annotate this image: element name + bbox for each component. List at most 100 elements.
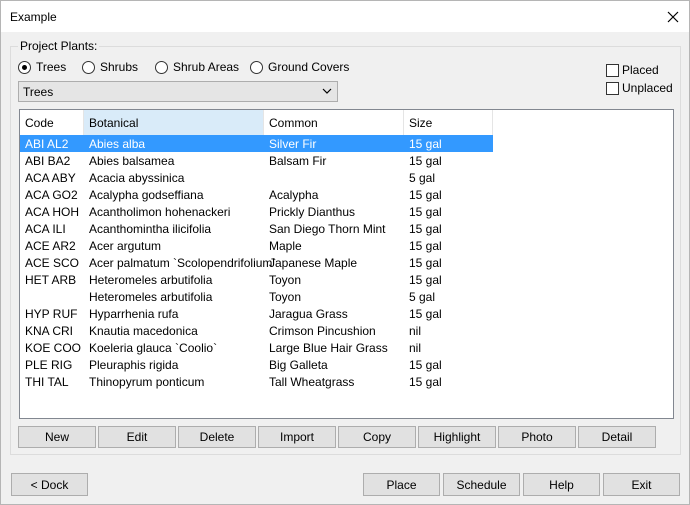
- table-row[interactable]: THI TAL Thinopyrum ponticum Tall Wheatgras…: [20, 373, 493, 390]
- radio-ground-covers[interactable]: Ground Covers: [250, 59, 349, 75]
- table-cell: 5 gal: [409, 290, 436, 304]
- checkbox-indicator: [606, 81, 619, 95]
- radio-indicator: [155, 60, 168, 74]
- table-row[interactable]: KNA CRI Knautia macedonica Crimson Pincush…: [20, 322, 493, 339]
- edit-button[interactable]: Edit: [98, 426, 176, 448]
- table-row[interactable]: ABI BA2 Abies balsamea Balsam Fir 15 gal: [20, 152, 493, 169]
- chevron-down-icon: [322, 88, 332, 94]
- table-cell: Thinopyrum ponticum: [89, 375, 205, 389]
- table-cell: 15 gal: [409, 154, 442, 168]
- new-button[interactable]: New: [18, 426, 96, 448]
- table-cell: 15 gal: [409, 375, 442, 389]
- table-cell: KOE COO: [25, 341, 82, 355]
- table-cell: 15 gal: [409, 188, 442, 202]
- table-row[interactable]: PLE RIG Pleuraphis rigida Big Galleta 15 ga…: [20, 356, 493, 373]
- table-cell: ACE AR2: [25, 239, 76, 253]
- radio-label: Shrubs: [100, 60, 139, 74]
- table-cell: ACA ILI: [25, 222, 66, 236]
- table-cell: THI TAL: [25, 375, 69, 389]
- table-cell: ACA HOH: [25, 205, 80, 219]
- copy-button[interactable]: Copy: [338, 426, 416, 448]
- place-button[interactable]: Place: [363, 473, 440, 496]
- table-cell: Abies balsamea: [89, 154, 175, 168]
- table-cell: 15 gal: [409, 239, 442, 253]
- delete-button[interactable]: Delete: [178, 426, 256, 448]
- table-cell: Crimson Pincushion: [269, 324, 376, 338]
- table-cell: 15 gal: [409, 205, 442, 219]
- table-cell: Japanese Maple: [269, 256, 358, 270]
- radio-label: Ground Covers: [268, 60, 350, 74]
- project-plants-label: Project Plants:: [18, 39, 100, 53]
- table-cell: HYP RUF: [25, 307, 78, 321]
- table-cell: KNA CRI: [25, 324, 74, 338]
- table-cell: Knautia macedonica: [89, 324, 198, 338]
- radio-indicator: [250, 60, 263, 74]
- table-cell: Acacia abyssinica: [89, 171, 185, 185]
- table-cell: 15 gal: [409, 307, 442, 321]
- table-row[interactable]: ACA ABY Acacia abyssinica 5 gal: [20, 169, 493, 186]
- column-header-botanical[interactable]: Botanical: [84, 110, 264, 135]
- column-header-code[interactable]: Code: [20, 110, 84, 135]
- checkbox-placed[interactable]: Placed: [606, 62, 659, 78]
- table-cell: Heteromeles arbutifolia: [89, 290, 213, 304]
- radio-label: Trees: [36, 60, 67, 74]
- table-cell: nil: [409, 324, 422, 338]
- table-row[interactable]: HYP RUF Hyparrhenia rufa Jaragua Grass 15 g…: [20, 305, 493, 322]
- import-button[interactable]: Import: [258, 426, 336, 448]
- table-cell: 15 gal: [409, 256, 442, 270]
- close-button[interactable]: [657, 1, 689, 32]
- table-cell: Abies alba: [89, 137, 146, 151]
- table-cell: Toyon: [269, 273, 302, 287]
- checkbox-indicator: [606, 63, 619, 77]
- table-cell: Balsam Fir: [269, 154, 327, 168]
- schedule-button[interactable]: Schedule: [443, 473, 520, 496]
- table-cell: Toyon: [269, 290, 302, 304]
- checkbox-label: Unplaced: [622, 81, 673, 95]
- table-cell: Large Blue Hair Grass: [269, 341, 388, 355]
- checkbox-unplaced[interactable]: Unplaced: [606, 80, 673, 96]
- table-cell: Acanthomintha ilicifolia: [89, 222, 212, 236]
- dropdown-value: Trees: [23, 85, 54, 99]
- exit-button[interactable]: Exit: [603, 473, 680, 496]
- list-header: Code Botanical Common Size: [20, 110, 673, 135]
- plant-type-dropdown[interactable]: Trees: [18, 81, 338, 102]
- radio-shrubs[interactable]: Shrubs: [82, 59, 138, 75]
- table-row[interactable]: Heteromeles arbutifolia Toyon 5 gal: [20, 288, 493, 305]
- table-row[interactable]: ACA HOH Acantholimon hohenackeri Prickly D…: [20, 203, 493, 220]
- dialog-window: Example Project Plants: Trees Shrubs Shr…: [0, 0, 690, 505]
- table-cell: Acalypha: [269, 188, 319, 202]
- window-title: Example: [10, 10, 57, 24]
- table-cell: Acantholimon hohenackeri: [89, 205, 231, 219]
- radio-trees[interactable]: Trees: [18, 59, 66, 75]
- help-button[interactable]: Help: [523, 473, 600, 496]
- table-row[interactable]: ACE SCO Acer palmatum `Scolopendrifolium`…: [20, 254, 493, 271]
- table-row[interactable]: ABI AL2 Abies alba Silver Fir 15 gal: [20, 135, 493, 152]
- table-row[interactable]: HET ARB Heteromeles arbutifolia Toyon 15 ga…: [20, 271, 493, 288]
- column-header-common[interactable]: Common: [264, 110, 404, 135]
- table-cell: Silver Fir: [269, 137, 317, 151]
- highlight-button[interactable]: Highlight: [418, 426, 496, 448]
- dock-button[interactable]: < Dock: [11, 473, 88, 496]
- table-row[interactable]: ACA GO2 Acalypha godseffiana Acalypha 15 ga…: [20, 186, 493, 203]
- radio-shrub-areas[interactable]: Shrub Areas: [155, 59, 239, 75]
- table-cell: 15 gal: [409, 358, 442, 372]
- table-row[interactable]: KOE COO Koeleria glauca `Coolio` Large Blu…: [20, 339, 493, 356]
- table-cell: ACA ABY: [25, 171, 76, 185]
- table-cell: Maple: [269, 239, 302, 253]
- radio-label: Shrub Areas: [173, 60, 240, 74]
- plant-list[interactable]: Code Botanical Common Size ABI AL2 Abies …: [19, 109, 674, 419]
- column-header-size[interactable]: Size: [404, 110, 493, 135]
- table-cell: ACA GO2: [25, 188, 78, 202]
- table-cell: 15 gal: [409, 222, 442, 236]
- table-cell: Pleuraphis rigida: [89, 358, 179, 372]
- table-cell: 15 gal: [409, 273, 442, 287]
- radio-indicator: [82, 60, 95, 74]
- radio-indicator: [18, 60, 31, 74]
- detail-button[interactable]: Detail: [578, 426, 656, 448]
- table-cell: HET ARB: [25, 273, 77, 287]
- table-cell: nil: [409, 341, 422, 355]
- table-row[interactable]: ACE AR2 Acer argutum Maple 15 gal: [20, 237, 493, 254]
- photo-button[interactable]: Photo: [498, 426, 576, 448]
- table-row[interactable]: ACA ILI Acanthomintha ilicifolia San Diego…: [20, 220, 493, 237]
- list-rows: ABI AL2 Abies alba Silver Fir 15 gal ABI BA2…: [20, 135, 673, 390]
